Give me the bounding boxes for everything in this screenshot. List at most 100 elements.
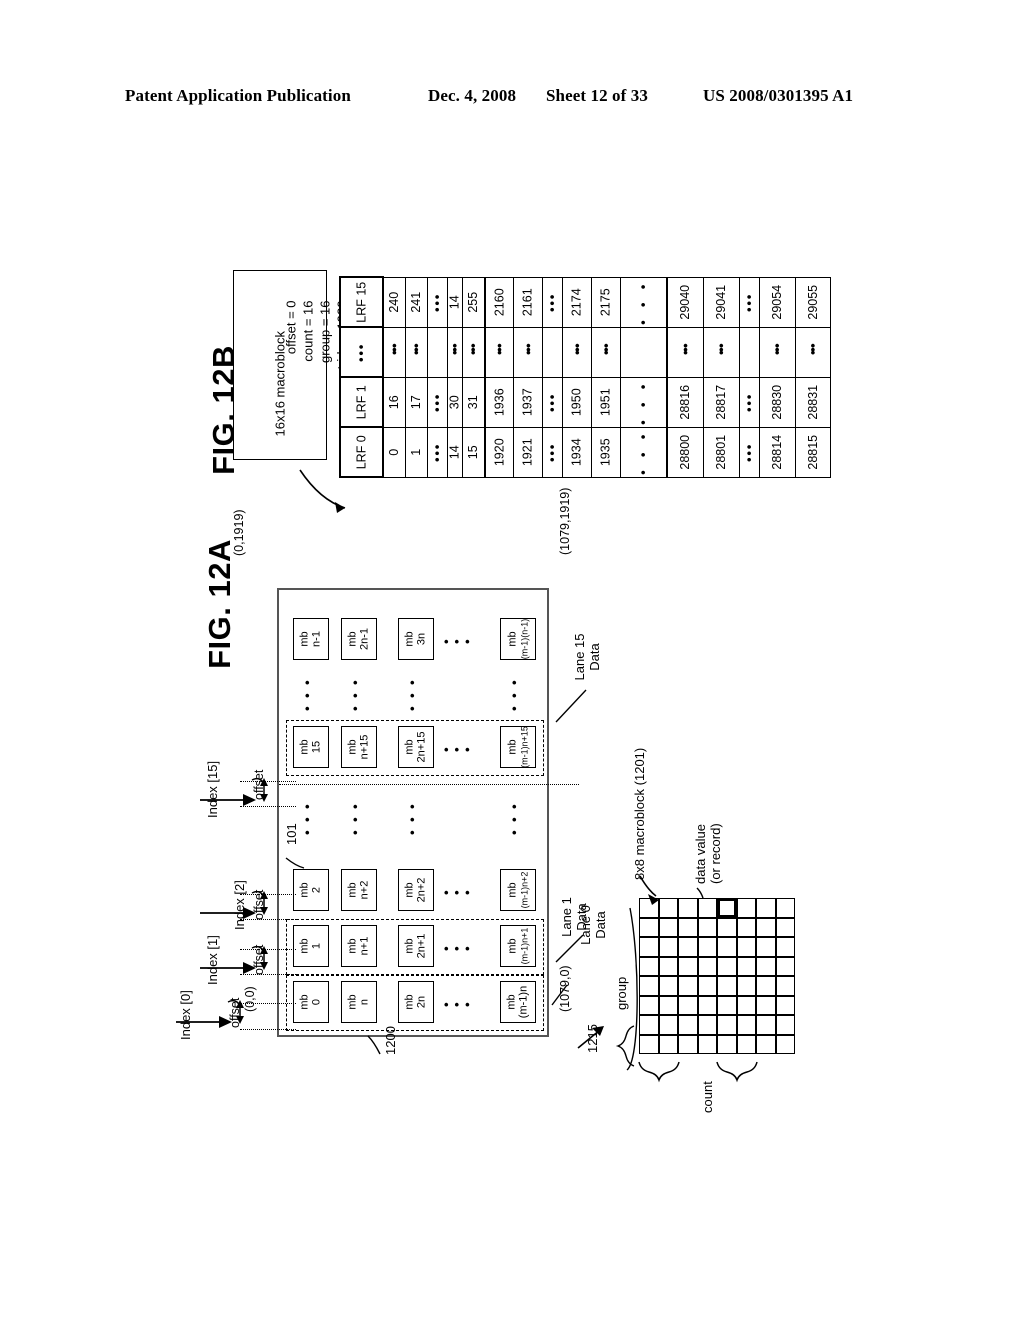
offset-label-15: offset xyxy=(252,769,266,800)
lrf-data-cell: ••• xyxy=(461,326,486,378)
grid-cell xyxy=(678,976,698,996)
macroblock-cell: mb 2 xyxy=(293,869,329,911)
lane-separator-dotted xyxy=(279,784,579,785)
lrf-data-cell: ••• xyxy=(426,376,448,428)
coord-top-right: (1079,1919) xyxy=(558,487,572,555)
lane-15-line2: Data xyxy=(587,643,602,671)
lrf-data-cell: 2175 xyxy=(591,276,622,328)
lrf-data-cell: ••• xyxy=(513,326,544,378)
grid-cell xyxy=(775,1034,795,1054)
lane-15-data-label: Lane 15 Data xyxy=(572,619,602,695)
lrf-data-cell: 1935 xyxy=(591,426,622,478)
publication-title: Patent Application Publication xyxy=(125,86,351,105)
grid-cell xyxy=(658,995,678,1015)
lrf-data-cell xyxy=(426,326,448,378)
lrf-data-cell: ••• xyxy=(426,276,448,328)
grid-cell xyxy=(658,898,678,918)
macroblock-8x8-grid xyxy=(639,898,795,1054)
grid-cell xyxy=(756,898,776,918)
lrf-data-cell: • • • xyxy=(620,376,669,428)
grid-cell xyxy=(697,917,717,937)
infobox-arrowhead xyxy=(335,502,345,513)
lrf-data-cell: ••• xyxy=(738,276,760,328)
lrf-data-cell: • • • xyxy=(620,276,669,328)
lrf-table-container: LRF 15 240 241 ••• 14 255 2160 2161 ••• 2174 2175 •… xyxy=(339,276,832,484)
lane-group-0 xyxy=(286,975,544,1031)
macroblock-info-box: 16x16 macroblock offset = 0 count = 16 g… xyxy=(233,270,350,460)
ref-1200-leader xyxy=(367,1035,381,1055)
lrf-data-cell: ••• xyxy=(562,326,593,378)
macroblock-column-ellipsis: • • • xyxy=(353,675,358,716)
macroblock-column-ellipsis: • • • xyxy=(305,799,310,840)
lrf-data-cell: 255 xyxy=(461,276,486,328)
lane-1-line1: Lane 1 xyxy=(559,897,574,937)
guide-index-15-a xyxy=(240,806,296,807)
lrf-data-cell xyxy=(542,326,564,378)
grid-cell xyxy=(697,995,717,1015)
lrf-data-cell: 1 xyxy=(404,426,428,478)
lrf-header-cell: LRF 0 xyxy=(339,426,384,478)
grid-cell xyxy=(717,1015,737,1035)
guide-index-1-b xyxy=(240,949,296,950)
lrf-data-cell: ••• xyxy=(666,326,704,378)
grid-cell xyxy=(658,1034,678,1054)
lrf-data-cell: ••• xyxy=(738,426,760,478)
lrf-data-cell: 15 xyxy=(461,426,486,478)
lrf-data-cell: 1937 xyxy=(513,376,544,428)
guide-index-2-a xyxy=(240,919,296,920)
macroblock-cell-label: mb 2n-1 xyxy=(346,627,371,651)
ref-1215: 1215 xyxy=(585,1024,600,1053)
lane-1-line2: Data xyxy=(574,903,589,931)
data-value-line1: data value xyxy=(693,824,708,884)
grid-cell xyxy=(717,917,737,937)
lrf-data-cell: • • • xyxy=(620,426,669,478)
lrf-data-cell: ••• xyxy=(483,326,515,378)
macroblock-column-ellipsis: • • • xyxy=(305,675,310,716)
lrf-data-cell: ••• xyxy=(382,326,406,378)
lrf-data-cell: 1921 xyxy=(513,426,544,478)
grid-cell xyxy=(775,898,795,918)
macroblock-cell: mb 2n-1 xyxy=(341,618,377,660)
lrf-table-row: LRF 15 240 241 ••• 14 255 2160 2161 ••• 2174 2175 •… xyxy=(339,276,832,328)
lrf-data-cell: 28831 xyxy=(794,376,832,428)
grid-cell xyxy=(639,956,659,976)
lrf-data-cell: 28800 xyxy=(666,426,704,478)
lrf-data-cell: 1951 xyxy=(591,376,622,428)
lrf-table: LRF 15 240 241 ••• 14 255 2160 2161 ••• 2174 2175 •… xyxy=(339,276,832,478)
offset-label-2: offset xyxy=(252,889,266,920)
grid-cell xyxy=(736,995,756,1015)
macroblock-cell: mb 2n+2 xyxy=(398,869,434,911)
group-brace xyxy=(615,1025,635,1067)
macroblock-cell-label: mb n-1 xyxy=(298,631,323,647)
grid-cell xyxy=(736,898,756,918)
grid-cell xyxy=(775,937,795,957)
lrf-table-row: LRF 1 16 17 ••• 30 31 1936 1937 ••• 1950 1951 • • •… xyxy=(339,376,832,428)
data-value-line2: (or record) xyxy=(708,823,723,884)
lrf-data-cell: ••• xyxy=(758,326,796,378)
grid-cell xyxy=(678,1015,698,1035)
lrf-data-cell: 28816 xyxy=(666,376,704,428)
lrf-data-cell: 29054 xyxy=(758,276,796,328)
lane-0-line2: Data xyxy=(593,911,608,939)
grid-cell xyxy=(736,917,756,937)
sheet-number: Sheet 12 of 33 xyxy=(546,86,648,105)
lrf-data-cell: 28814 xyxy=(758,426,796,478)
lrf-data-cell: 17 xyxy=(404,376,428,428)
guide-index-1-a xyxy=(240,974,296,975)
macroblock-cell-label: mb (m-1)n+2 xyxy=(506,871,529,909)
lrf-data-cell: 1950 xyxy=(562,376,593,428)
lrf-data-cell: 1936 xyxy=(483,376,515,428)
count-brace-right xyxy=(716,1061,758,1083)
patent-number: US 2008/0301395 A1 xyxy=(703,86,854,105)
group-label: group xyxy=(614,976,629,1010)
lrf-data-cell: 2161 xyxy=(513,276,544,328)
lrf-data-cell: 16 xyxy=(382,376,406,428)
grid-cell xyxy=(717,1034,737,1054)
macroblock-cell-label: mb 2 xyxy=(298,882,323,898)
coord-top-left: (0,1919) xyxy=(232,509,246,556)
macroblock-cell-label: mb (m-1)(n-1) xyxy=(506,618,529,660)
lrf-data-cell: ••• xyxy=(702,326,740,378)
macroblock-column-ellipsis: • • • xyxy=(512,675,517,716)
lrf-data-cell: ••• xyxy=(542,276,564,328)
grid-cell-highlighted xyxy=(717,898,737,918)
